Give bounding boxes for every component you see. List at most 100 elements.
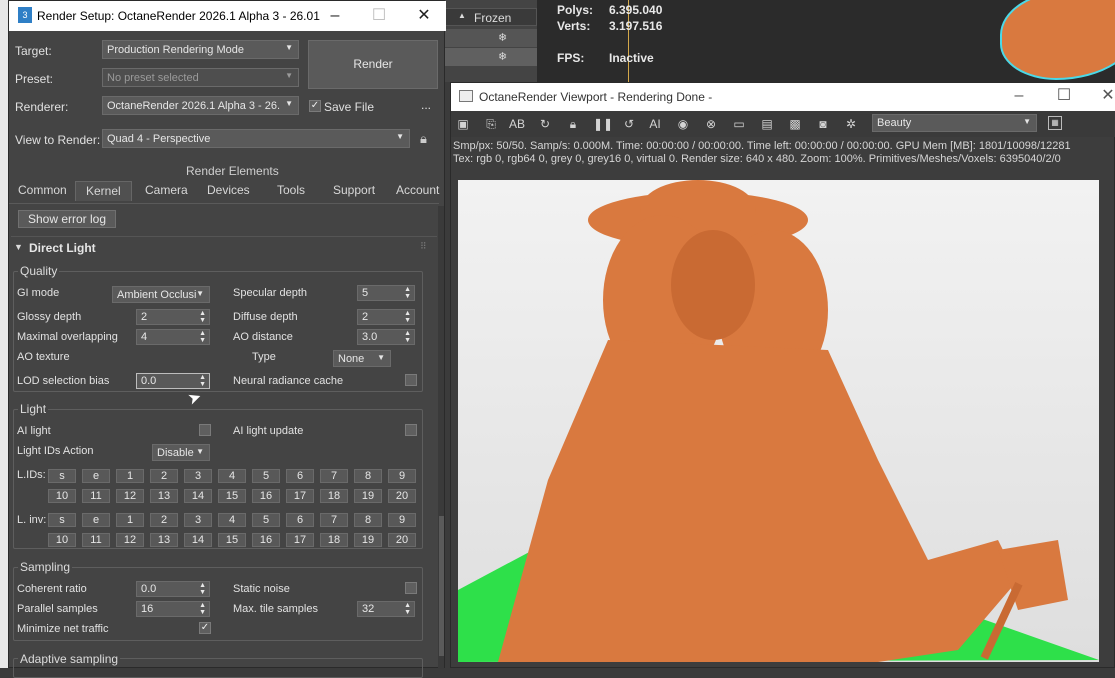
- lid-toggle-20[interactable]: 20: [388, 489, 416, 503]
- lid-toggle-17[interactable]: 17: [286, 489, 314, 503]
- region-icon[interactable]: ▭: [731, 116, 747, 132]
- linv-toggle-20[interactable]: 20: [388, 533, 416, 547]
- linv-toggle-13[interactable]: 13: [150, 533, 178, 547]
- linv-toggle-12[interactable]: 12: [116, 533, 144, 547]
- refresh-icon[interactable]: ↻: [537, 116, 553, 132]
- tab-account[interactable]: Account: [396, 183, 439, 203]
- linv-toggle-1[interactable]: 1: [116, 513, 144, 527]
- render-setup-titlebar[interactable]: 3 Render Setup: OctaneRender 2026.1 Alph…: [9, 1, 446, 31]
- linv-toggle-3[interactable]: 3: [184, 513, 212, 527]
- ao-distance-spinner[interactable]: 3.0 ▲ ▼: [357, 329, 415, 345]
- tab-camera[interactable]: Camera: [145, 183, 188, 203]
- selected-object-preview[interactable]: [1000, 0, 1115, 80]
- pass-options-icon[interactable]: ▦: [1048, 116, 1062, 130]
- linv-toggle-e[interactable]: e: [82, 513, 110, 527]
- scrollbar-thumb[interactable]: [439, 516, 444, 656]
- coherent-ratio-spinner[interactable]: 0.0 ▲ ▼: [136, 581, 210, 597]
- ai-icon[interactable]: AI: [647, 116, 663, 132]
- linv-toggle-16[interactable]: 16: [252, 533, 280, 547]
- ab-compare-icon[interactable]: AB: [509, 116, 525, 132]
- render-pass-dropdown[interactable]: Beauty ▼: [872, 114, 1037, 132]
- preset-dropdown[interactable]: No preset selected ▼: [102, 68, 299, 87]
- ai-light-checkbox[interactable]: [199, 424, 211, 436]
- lid-toggle-8[interactable]: 8: [354, 469, 382, 483]
- rollout-title[interactable]: Direct Light: [29, 241, 96, 255]
- lid-toggle-13[interactable]: 13: [150, 489, 178, 503]
- gi-mode-dropdown[interactable]: Ambient Occlusi ▼: [112, 286, 210, 303]
- linv-toggle-9[interactable]: 9: [388, 513, 416, 527]
- viewport-close-button[interactable]: ✕: [1098, 86, 1115, 106]
- show-error-log-button[interactable]: Show error log: [18, 210, 116, 228]
- lid-toggle-10[interactable]: 10: [48, 489, 76, 503]
- linv-toggle-6[interactable]: 6: [286, 513, 314, 527]
- linv-toggle-s[interactable]: s: [48, 513, 76, 527]
- save-file-checkbox[interactable]: ✓: [309, 100, 321, 112]
- parallel-samples-spinner[interactable]: 16 ▲ ▼: [136, 601, 210, 617]
- lid-toggle-s[interactable]: s: [48, 469, 76, 483]
- max-overlapping-spinner[interactable]: 4 ▲ ▼: [136, 329, 210, 345]
- diffuse-depth-spinner[interactable]: 2 ▲ ▼: [357, 309, 415, 325]
- tab-common[interactable]: Common: [18, 183, 67, 203]
- glossy-depth-spinner[interactable]: 2 ▲ ▼: [136, 309, 210, 325]
- lid-toggle-18[interactable]: 18: [320, 489, 348, 503]
- close-button[interactable]: ✕: [414, 6, 434, 26]
- layer-row[interactable]: ❄: [445, 29, 537, 47]
- linv-toggle-11[interactable]: 11: [82, 533, 110, 547]
- tab-support[interactable]: Support: [333, 183, 375, 203]
- minimize-button[interactable]: –: [325, 6, 345, 26]
- lock-icon[interactable]: 🔒︎: [565, 116, 581, 132]
- camera-icon[interactable]: ▩: [787, 116, 803, 132]
- lid-toggle-4[interactable]: 4: [218, 469, 246, 483]
- linv-toggle-8[interactable]: 8: [354, 513, 382, 527]
- neural-radiance-cache-checkbox[interactable]: [405, 374, 417, 386]
- linv-toggle-7[interactable]: 7: [320, 513, 348, 527]
- settings-icon[interactable]: ✲: [843, 116, 859, 132]
- lid-toggle-14[interactable]: 14: [184, 489, 212, 503]
- drag-handle-icon[interactable]: ⠿: [420, 241, 427, 252]
- lid-toggle-2[interactable]: 2: [150, 469, 178, 483]
- viewport-minimize-button[interactable]: –: [1009, 86, 1029, 106]
- color-icon[interactable]: ◉: [675, 116, 691, 132]
- lid-toggle-6[interactable]: 6: [286, 469, 314, 483]
- type-dropdown[interactable]: None ▼: [333, 350, 391, 367]
- target-dropdown[interactable]: Production Rendering Mode ▼: [102, 40, 299, 59]
- static-noise-checkbox[interactable]: [405, 582, 417, 594]
- save-icon[interactable]: ▣: [455, 116, 471, 132]
- linv-toggle-14[interactable]: 14: [184, 533, 212, 547]
- lid-toggle-19[interactable]: 19: [354, 489, 382, 503]
- linv-toggle-17[interactable]: 17: [286, 533, 314, 547]
- more-options-button[interactable]: ...: [421, 98, 431, 112]
- linv-toggle-2[interactable]: 2: [150, 513, 178, 527]
- record-icon[interactable]: ◙: [815, 116, 831, 132]
- render-button[interactable]: Render: [308, 40, 438, 89]
- lid-toggle-12[interactable]: 12: [116, 489, 144, 503]
- pause-icon[interactable]: ❚❚: [593, 116, 613, 132]
- linv-toggle-5[interactable]: 5: [252, 513, 280, 527]
- rendered-image[interactable]: [458, 180, 1099, 662]
- view-to-render-dropdown[interactable]: Quad 4 - Perspective ▼: [102, 129, 410, 148]
- ai-light-update-checkbox[interactable]: [405, 424, 417, 436]
- layer-frozen-header[interactable]: ▲ Frozen: [445, 8, 537, 26]
- lid-toggle-7[interactable]: 7: [320, 469, 348, 483]
- linv-toggle-19[interactable]: 19: [354, 533, 382, 547]
- linv-toggle-18[interactable]: 18: [320, 533, 348, 547]
- lid-toggle-9[interactable]: 9: [388, 469, 416, 483]
- restart-icon[interactable]: ↺: [621, 116, 637, 132]
- lid-toggle-1[interactable]: 1: [116, 469, 144, 483]
- lid-toggle-3[interactable]: 3: [184, 469, 212, 483]
- lid-toggle-e[interactable]: e: [82, 469, 110, 483]
- lod-bias-spinner[interactable]: 0.0 ▲ ▼: [136, 373, 210, 389]
- lock-icon[interactable]: 🔒︎: [420, 131, 427, 147]
- lid-toggle-11[interactable]: 11: [82, 489, 110, 503]
- tab-tools[interactable]: Tools: [277, 183, 305, 203]
- renderer-dropdown[interactable]: OctaneRender 2026.1 Alpha 3 - 26. ▼: [102, 96, 299, 115]
- light-ids-action-dropdown[interactable]: Disable ▼: [152, 444, 210, 461]
- tab-devices[interactable]: Devices: [207, 183, 250, 203]
- lid-toggle-5[interactable]: 5: [252, 469, 280, 483]
- linv-toggle-4[interactable]: 4: [218, 513, 246, 527]
- lid-toggle-15[interactable]: 15: [218, 489, 246, 503]
- viewport-maximize-button[interactable]: ☐: [1054, 86, 1074, 106]
- stop-icon[interactable]: ⊗: [703, 116, 719, 132]
- linv-toggle-10[interactable]: 10: [48, 533, 76, 547]
- copy-icon[interactable]: ⎘: [483, 116, 499, 132]
